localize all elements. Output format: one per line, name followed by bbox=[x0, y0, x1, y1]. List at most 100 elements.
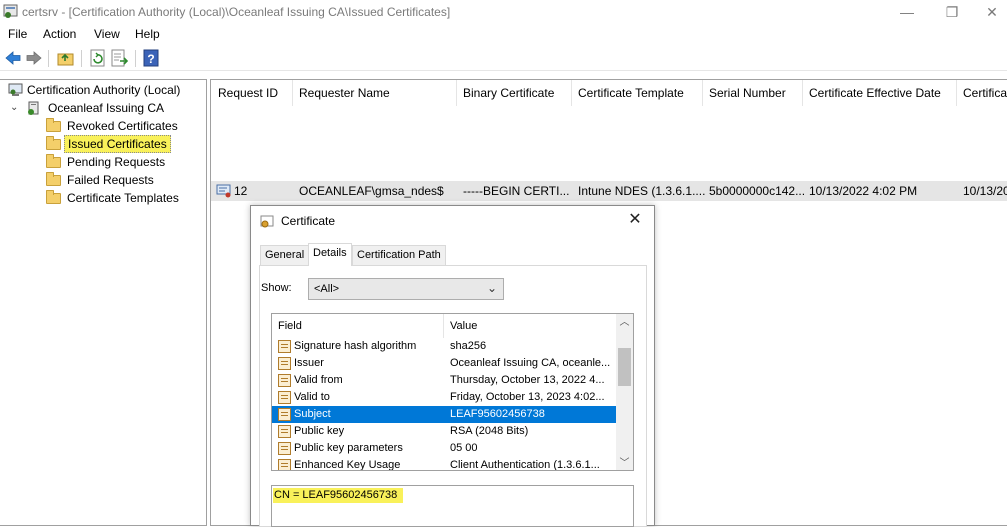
close-window-button[interactable]: ✕ bbox=[972, 2, 1007, 22]
field-list-scrollbar[interactable]: ︿ ﹀ bbox=[616, 314, 633, 470]
certificate-field-icon bbox=[278, 425, 291, 438]
cell-serial-number: 5b0000000c142... bbox=[709, 184, 806, 198]
certificate-dialog: Certificate ✕ General Details Certificat… bbox=[250, 205, 655, 527]
menu-view[interactable]: View bbox=[94, 27, 120, 41]
tab-details[interactable]: Details bbox=[308, 243, 352, 266]
show-label: Show: bbox=[261, 282, 292, 294]
column-header-requester-name[interactable]: Requester Name bbox=[299, 86, 390, 100]
cell-certificate-template: Intune NDES (1.3.6.1.... bbox=[578, 184, 706, 198]
certificate-field-icon bbox=[278, 459, 291, 470]
back-arrow-icon[interactable] bbox=[4, 49, 22, 67]
certificate-field-icon bbox=[278, 340, 291, 353]
field-value: Thursday, October 13, 2022 4... bbox=[450, 374, 605, 386]
scroll-down-icon[interactable]: ﹀ bbox=[616, 455, 633, 470]
table-row[interactable]: 12 OCEANLEAF\gmsa_ndes$ -----BEGIN CERTI… bbox=[211, 181, 1007, 201]
menu-file[interactable]: File bbox=[8, 27, 27, 41]
column-separator[interactable] bbox=[702, 80, 703, 106]
column-separator[interactable] bbox=[456, 80, 457, 106]
ca-server-icon bbox=[28, 101, 39, 115]
cell-effective-date: 10/13/2022 4:02 PM bbox=[809, 184, 918, 198]
dialog-close-button[interactable]: ✕ bbox=[624, 210, 646, 230]
help-icon[interactable]: ? bbox=[142, 49, 160, 67]
value-column-header[interactable]: Value bbox=[450, 320, 477, 332]
field-value: Client Authentication (1.3.6.1... bbox=[450, 459, 600, 471]
window-title: certsrv - [Certification Authority (Loca… bbox=[22, 5, 451, 19]
certificate-icon bbox=[216, 184, 231, 198]
maximize-button[interactable]: ❐ bbox=[932, 2, 972, 22]
certificate-field-icon bbox=[278, 442, 291, 455]
refresh-icon[interactable] bbox=[89, 49, 107, 67]
column-header-certificate-template[interactable]: Certificate Template bbox=[578, 86, 684, 100]
menu-help[interactable]: Help bbox=[135, 27, 160, 41]
certsrv-app-icon bbox=[3, 4, 18, 18]
field-value: Oceanleaf Issuing CA, oceanle... bbox=[450, 357, 611, 369]
column-header-expiration-date[interactable]: Certifica bbox=[963, 86, 1007, 100]
export-list-icon[interactable] bbox=[111, 49, 129, 67]
list-item[interactable]: Enhanced Key Usage Client Authentication… bbox=[272, 457, 617, 471]
computer-icon bbox=[8, 83, 23, 96]
list-item[interactable]: Issuer Oceanleaf Issuing CA, oceanle... bbox=[272, 355, 617, 372]
field-column-header[interactable]: Field bbox=[278, 320, 302, 332]
tree-label: Certificate Templates bbox=[67, 191, 179, 205]
field-value-text: CN = LEAF95602456738 bbox=[273, 488, 404, 503]
cell-requester-name: OCEANLEAF\gmsa_ndes$ bbox=[299, 184, 444, 198]
field-value: Friday, October 13, 2023 4:02... bbox=[450, 391, 605, 403]
scroll-up-icon[interactable]: ︿ bbox=[616, 314, 633, 331]
folder-icon bbox=[46, 172, 61, 186]
tree-label-selected: Issued Certificates bbox=[64, 135, 171, 153]
show-dropdown[interactable]: <All> ⌄ bbox=[308, 278, 504, 300]
column-header-binary-certificate[interactable]: Binary Certificate bbox=[463, 86, 554, 100]
toolbar-separator bbox=[48, 50, 49, 67]
folder-icon bbox=[46, 190, 61, 204]
folder-icon bbox=[46, 136, 61, 150]
scroll-thumb[interactable] bbox=[618, 348, 631, 386]
tree-label: Revoked Certificates bbox=[67, 119, 178, 133]
certificate-field-icon bbox=[278, 357, 291, 370]
forward-arrow-icon[interactable] bbox=[25, 49, 43, 67]
certificate-field-icon bbox=[278, 391, 291, 404]
field-value: sha256 bbox=[450, 340, 487, 352]
toolbar: ? bbox=[0, 45, 1007, 71]
up-folder-icon[interactable] bbox=[57, 49, 75, 67]
column-separator[interactable] bbox=[443, 314, 444, 338]
list-item[interactable]: Public key parameters 05 00 bbox=[272, 440, 617, 457]
list-item[interactable]: Valid to Friday, October 13, 2023 4:02..… bbox=[272, 389, 617, 406]
field-value-box[interactable]: CN = LEAF95602456738 bbox=[271, 485, 634, 527]
minimize-button[interactable]: — bbox=[887, 2, 927, 22]
svg-text:?: ? bbox=[147, 52, 154, 66]
list-item[interactable]: Valid from Thursday, October 13, 2022 4.… bbox=[272, 372, 617, 389]
column-header-request-id[interactable]: Request ID bbox=[218, 86, 278, 100]
certificate-dialog-icon bbox=[260, 215, 274, 228]
field-name: Public key parameters bbox=[294, 442, 403, 454]
field-name: Enhanced Key Usage bbox=[294, 459, 401, 471]
console-tree: Certification Authority (Local) ⌄ Oceanl… bbox=[0, 79, 207, 526]
tab-certification-path[interactable]: Certification Path bbox=[352, 245, 446, 265]
column-header-effective-date[interactable]: Certificate Effective Date bbox=[809, 86, 941, 100]
list-item-selected[interactable]: Subject LEAF95602456738 bbox=[272, 406, 617, 423]
field-list[interactable]: Field Value Signature hash algorithm sha… bbox=[271, 313, 634, 471]
tree-label: Failed Requests bbox=[67, 173, 154, 187]
column-separator[interactable] bbox=[802, 80, 803, 106]
column-header-serial-number[interactable]: Serial Number bbox=[709, 86, 786, 100]
field-name: Signature hash algorithm bbox=[294, 340, 417, 352]
field-value: RSA (2048 Bits) bbox=[450, 425, 529, 437]
toolbar-separator bbox=[81, 50, 82, 67]
column-separator[interactable] bbox=[571, 80, 572, 106]
certificate-field-icon bbox=[278, 408, 291, 421]
cell-binary-certificate: -----BEGIN CERTI... bbox=[463, 184, 570, 198]
field-name: Public key bbox=[294, 425, 345, 437]
tab-general[interactable]: General bbox=[260, 245, 310, 265]
menu-action[interactable]: Action bbox=[43, 27, 76, 41]
column-separator[interactable] bbox=[292, 80, 293, 106]
list-item[interactable]: Public key RSA (2048 Bits) bbox=[272, 423, 617, 440]
tree-label: Certification Authority (Local) bbox=[27, 83, 181, 97]
cell-request-id: 12 bbox=[234, 184, 248, 198]
list-item[interactable]: Signature hash algorithm sha256 bbox=[272, 338, 617, 355]
field-name: Issuer bbox=[294, 357, 324, 369]
dialog-title: Certificate bbox=[281, 214, 336, 228]
folder-icon bbox=[46, 154, 61, 168]
column-separator[interactable] bbox=[956, 80, 957, 106]
folder-icon bbox=[46, 118, 61, 132]
chevron-down-icon[interactable]: ⌄ bbox=[10, 99, 18, 117]
tree-label: Oceanleaf Issuing CA bbox=[48, 101, 165, 115]
